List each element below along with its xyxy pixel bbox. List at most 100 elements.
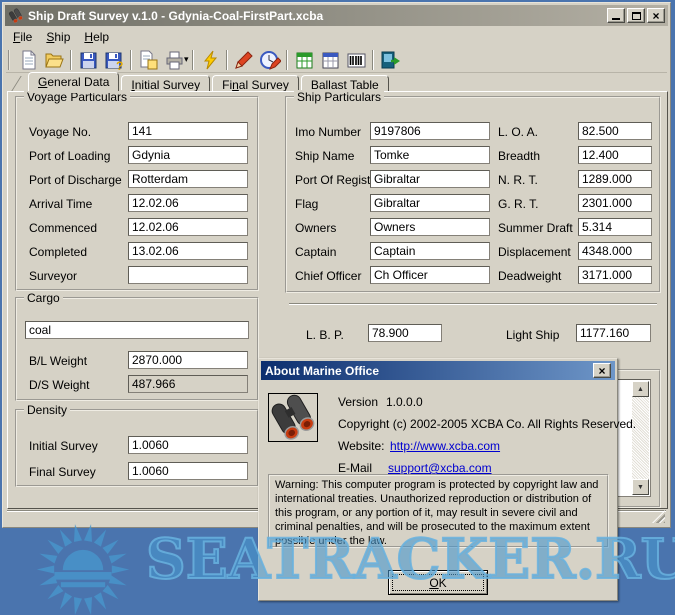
close-button[interactable]: × xyxy=(647,8,665,23)
ds-weight-label: D/S Weight xyxy=(29,378,89,392)
commenced-input[interactable] xyxy=(128,218,248,236)
chief-officer-label: Chief Officer xyxy=(295,269,361,283)
cargo-name-input[interactable] xyxy=(25,321,249,339)
export-icon[interactable] xyxy=(135,48,161,72)
new-file-icon[interactable] xyxy=(15,48,41,72)
group-title: Cargo xyxy=(24,291,63,305)
ship-particulars-group: Ship Particulars Imo Number Ship Name Po… xyxy=(285,96,661,293)
owners-input[interactable] xyxy=(370,218,490,236)
toolbar-separator xyxy=(286,50,288,70)
nrt-input[interactable] xyxy=(578,170,652,188)
port-of-loading-label: Port of Loading xyxy=(29,149,110,163)
captain-input[interactable] xyxy=(370,242,490,260)
dialog-title: About Marine Office xyxy=(265,364,591,378)
titlebar[interactable]: Ship Draft Survey v.1.0 - Gdynia-Coal-Fi… xyxy=(5,5,668,26)
loa-input[interactable] xyxy=(578,122,652,140)
barcode-icon[interactable] xyxy=(343,48,369,72)
tab-initial-survey[interactable]: Initial Survey xyxy=(121,75,210,92)
menu-file[interactable]: File xyxy=(6,29,39,45)
scroll-down-icon[interactable]: ▼ xyxy=(632,479,649,495)
exit-icon[interactable] xyxy=(377,48,403,72)
port-of-registry-label: Port Of Registry xyxy=(295,173,380,187)
commenced-label: Commenced xyxy=(29,221,97,235)
lbp-label: L. B. P. xyxy=(306,328,344,342)
open-file-icon[interactable] xyxy=(41,48,67,72)
scroll-up-icon[interactable]: ▲ xyxy=(632,381,649,397)
spreadsheet-icon[interactable] xyxy=(291,48,317,72)
initial-density-input[interactable] xyxy=(128,436,248,454)
table-icon[interactable] xyxy=(317,48,343,72)
website-link[interactable]: http://www.xcba.com xyxy=(390,439,500,453)
arrival-time-input[interactable] xyxy=(128,194,248,212)
cargo-group: Cargo B/L Weight D/S Weight xyxy=(15,297,259,401)
website-label: Website: xyxy=(338,439,384,453)
clock-edit-icon[interactable] xyxy=(257,48,283,72)
summer-draft-input[interactable] xyxy=(578,218,652,236)
light-ship-input[interactable] xyxy=(576,324,651,342)
menu-help[interactable]: Help xyxy=(77,29,116,45)
grt-input[interactable] xyxy=(578,194,652,212)
completed-input[interactable] xyxy=(128,242,248,260)
deadweight-input[interactable] xyxy=(578,266,652,284)
toolbar-separator xyxy=(192,50,194,70)
group-title: Voyage Particulars xyxy=(24,90,130,104)
tab-final-survey[interactable]: Final Survey xyxy=(212,75,299,92)
group-title: Density xyxy=(24,403,70,417)
print-dropdown-arrow[interactable]: ▾ xyxy=(184,54,189,65)
group-title: Ship Particulars xyxy=(294,90,384,104)
surveyor-label: Surveyor xyxy=(29,269,77,283)
edit-pencil-icon[interactable] xyxy=(231,48,257,72)
nrt-label: N. R. T. xyxy=(498,173,538,187)
loa-label: L. O. A. xyxy=(498,125,538,139)
menu-ship[interactable]: Ship xyxy=(39,29,77,45)
port-of-discharge-label: Port of Discharge xyxy=(29,173,122,187)
lbp-input[interactable] xyxy=(368,324,442,342)
chief-officer-input[interactable] xyxy=(370,266,490,284)
about-dialog: About Marine Office × Version 1.0.0.0 Co… xyxy=(258,358,618,601)
displacement-label: Displacement xyxy=(498,245,571,259)
flag-label: Flag xyxy=(295,197,318,211)
displacement-input[interactable] xyxy=(578,242,652,260)
ship-name-label: Ship Name xyxy=(295,149,354,163)
initial-density-label: Initial Survey xyxy=(29,439,98,453)
vertical-scrollbar[interactable]: ▲ ▼ xyxy=(632,381,649,495)
ds-weight-input xyxy=(128,375,248,393)
light-ship-label: Light Ship xyxy=(506,328,559,342)
breadth-label: Breadth xyxy=(498,149,540,163)
port-of-loading-input[interactable] xyxy=(128,146,248,164)
toolbar-grip xyxy=(8,50,11,70)
completed-label: Completed xyxy=(29,245,87,259)
dialog-close-button[interactable]: × xyxy=(593,363,611,378)
port-of-registry-input[interactable] xyxy=(370,170,490,188)
surveyor-input[interactable] xyxy=(128,266,248,284)
breadth-input[interactable] xyxy=(578,146,652,164)
maximize-button[interactable] xyxy=(627,8,645,23)
voyage-no-label: Voyage No. xyxy=(29,125,91,139)
tab-bar: General Data Initial Survey Final Survey… xyxy=(7,73,666,91)
port-of-discharge-input[interactable] xyxy=(128,170,248,188)
imo-number-label: Imo Number xyxy=(295,125,361,139)
ship-name-input[interactable] xyxy=(370,146,490,164)
save-as-icon[interactable]: ? xyxy=(101,48,127,72)
bl-weight-input[interactable] xyxy=(128,351,248,369)
imo-number-input[interactable] xyxy=(370,122,490,140)
app-binoculars-icon xyxy=(8,8,24,24)
final-density-input[interactable] xyxy=(128,462,248,480)
toolbar-separator xyxy=(226,50,228,70)
divider xyxy=(289,303,657,305)
email-link[interactable]: support@xcba.com xyxy=(388,461,492,475)
tab-general-data[interactable]: General Data xyxy=(28,72,119,91)
dialog-titlebar[interactable]: About Marine Office × xyxy=(261,361,615,380)
summer-draft-label: Summer Draft xyxy=(498,221,573,235)
flag-input[interactable] xyxy=(370,194,490,212)
window-title: Ship Draft Survey v.1.0 - Gdynia-Coal-Fi… xyxy=(28,9,605,23)
save-icon[interactable] xyxy=(75,48,101,72)
ok-button[interactable]: OK xyxy=(388,570,488,595)
voyage-no-input[interactable] xyxy=(128,122,248,140)
calculate-lightning-icon[interactable] xyxy=(197,48,223,72)
deadweight-label: Deadweight xyxy=(498,269,561,283)
density-group: Density Initial Survey Final Survey xyxy=(15,409,259,487)
minimize-button[interactable] xyxy=(607,8,625,23)
captain-label: Captain xyxy=(295,245,336,259)
email-label: E-Mail xyxy=(338,461,372,475)
